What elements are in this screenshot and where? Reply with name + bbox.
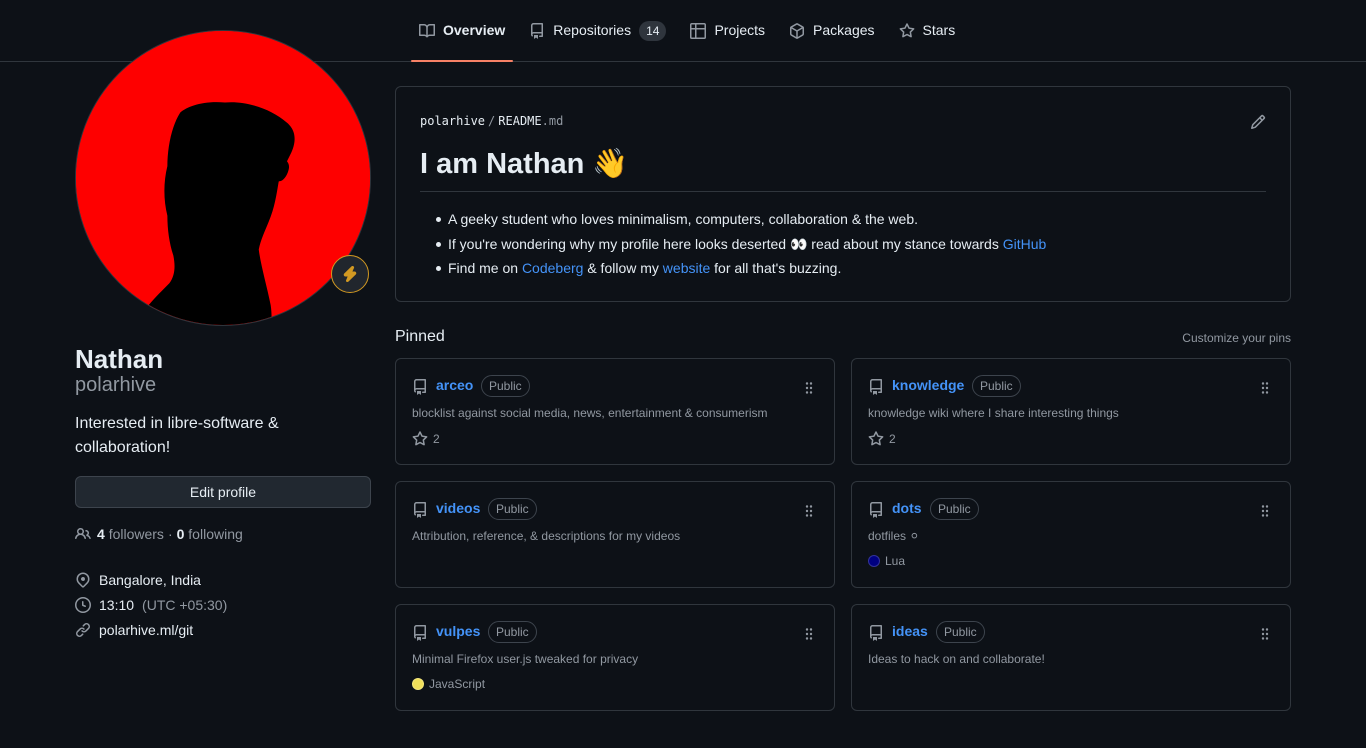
readme-file-link[interactable]: README.md [498,114,563,128]
following-link[interactable]: 0 following [177,526,243,542]
status-badge[interactable] [331,255,369,293]
repo-description: knowledge wiki where I share interesting… [868,406,1119,420]
visibility-badge: Public [936,621,985,643]
profile-login: polarhive [75,374,157,396]
pinned-repo-card: knowledge Public knowledge wiki where I sh… [851,358,1291,465]
repo-name-link[interactable]: videos [436,500,480,516]
clock-icon [75,596,91,613]
repo-icon [870,625,882,641]
link-icon [75,622,91,637]
silhouette-image [76,31,370,325]
tab-list: Overview Repositories 14 Projects Packag… [411,14,971,62]
star-icon [899,23,914,38]
tab-repositories[interactable]: Repositories 14 [521,14,674,62]
avatar[interactable] [75,30,371,326]
follow-stats: 4 followers · 0 following [75,526,243,542]
profile-details: Bangalore, India 13:10 (UTC +05:30) pola… [75,567,227,642]
visibility-badge: Public [488,621,537,643]
tab-overview[interactable]: Overview [411,14,514,62]
readme-owner-link[interactable]: polarhive [420,114,485,128]
package-icon [790,23,805,39]
repo-name-link[interactable]: dots [892,500,922,516]
repo-name-link[interactable]: knowledge [892,377,964,393]
dot-separator: · [167,526,173,542]
profile-readme: polarhive / README.md I am Nathan 👋 A geek… [395,86,1291,302]
pinned-repo-card: arceo Public blocklist against social medi… [395,358,835,465]
visibility-badge: Public [488,498,537,520]
repo-icon [870,379,882,395]
followers-link[interactable]: 4 followers [97,526,164,542]
grabber-icon[interactable] [804,627,814,641]
pinned-repo-card: vulpes Public Minimal Firefox user.js twea… [395,604,835,711]
grabber-icon[interactable] [1260,627,1270,641]
language-color-dot [412,678,424,690]
readme-line-3: Find me on Codeberg & follow my website … [436,256,1046,281]
profile-name: Nathan [75,344,164,374]
repo-count-badge: 14 [639,21,667,41]
repo-icon [414,379,426,395]
grabber-icon[interactable] [804,504,814,518]
repo-name-link[interactable]: vulpes [436,623,480,639]
edit-profile-button[interactable]: Edit profile [75,476,371,508]
tab-stars[interactable]: Stars [891,14,964,62]
repo-description: dotfiles ⚪ [868,529,920,543]
repo-language: JavaScript [412,677,485,691]
repo-icon [531,23,544,39]
repo-language: Lua [868,554,905,568]
website-item[interactable]: polarhive.ml/git [75,617,227,642]
repo-description: blocklist against social media, news, en… [412,406,768,420]
tab-label: Projects [714,22,766,38]
book-icon [419,23,435,38]
location-item: Bangalore, India [75,567,227,592]
table-icon [690,23,707,39]
tab-packages[interactable]: Packages [781,14,882,62]
star-icon [412,431,428,446]
grabber-icon[interactable] [804,381,814,395]
profile-bio: Interested in libre-software & collabora… [75,415,279,456]
readme-path: polarhive / README.md [420,114,564,128]
repo-description: Ideas to hack on and collaborate! [868,652,1045,666]
grabber-icon[interactable] [1260,504,1270,518]
lightning-icon [343,266,357,282]
repo-icon [870,502,882,518]
grabber-icon[interactable] [1260,381,1270,395]
visibility-badge: Public [930,498,979,520]
visibility-badge: Public [481,375,530,397]
tab-label: Stars [922,22,956,38]
readme-line-1: A geeky student who loves minimalism, co… [436,207,1046,232]
codeberg-link[interactable]: Codeberg [522,260,584,276]
pinned-repo-card: ideas Public Ideas to hack on and collabor… [851,604,1291,711]
website-link[interactable]: polarhive.ml/git [99,622,193,638]
pencil-icon[interactable] [1250,114,1266,130]
repo-description: Minimal Firefox user.js tweaked for priv… [412,652,639,666]
repo-icon [414,502,426,518]
repo-icon [414,625,426,641]
stargazers-link[interactable]: 2 [412,431,440,447]
tab-projects[interactable]: Projects [682,14,773,62]
readme-line-2: If you're wondering why my profile here … [436,232,1046,257]
pinned-repo-card: videos Public Attribution, reference, & de… [395,481,835,588]
visibility-badge: Public [972,375,1021,397]
local-time-item: 13:10 (UTC +05:30) [75,592,227,617]
pinned-title: Pinned [395,328,445,345]
tab-label: Packages [813,22,875,38]
github-link[interactable]: GitHub [1003,236,1047,252]
website-readme-link[interactable]: website [663,260,710,276]
people-icon [75,527,91,540]
stargazers-link[interactable]: 2 [868,431,896,447]
language-color-dot [868,555,880,567]
repo-name-link[interactable]: ideas [892,623,928,639]
customize-pins-link[interactable]: Customize your pins [1182,331,1291,345]
star-icon [868,431,884,446]
repo-name-link[interactable]: arceo [436,377,473,393]
location-icon [76,571,90,588]
readme-heading: I am Nathan 👋 [420,145,1266,192]
readme-list: A geeky student who loves minimalism, co… [436,207,1046,281]
repo-description: Attribution, reference, & descriptions f… [412,529,681,543]
pinned-repo-card: dots Public dotfiles ⚪ Lua [851,481,1291,588]
tab-label: Repositories [553,22,632,38]
tab-label: Overview [443,22,506,38]
